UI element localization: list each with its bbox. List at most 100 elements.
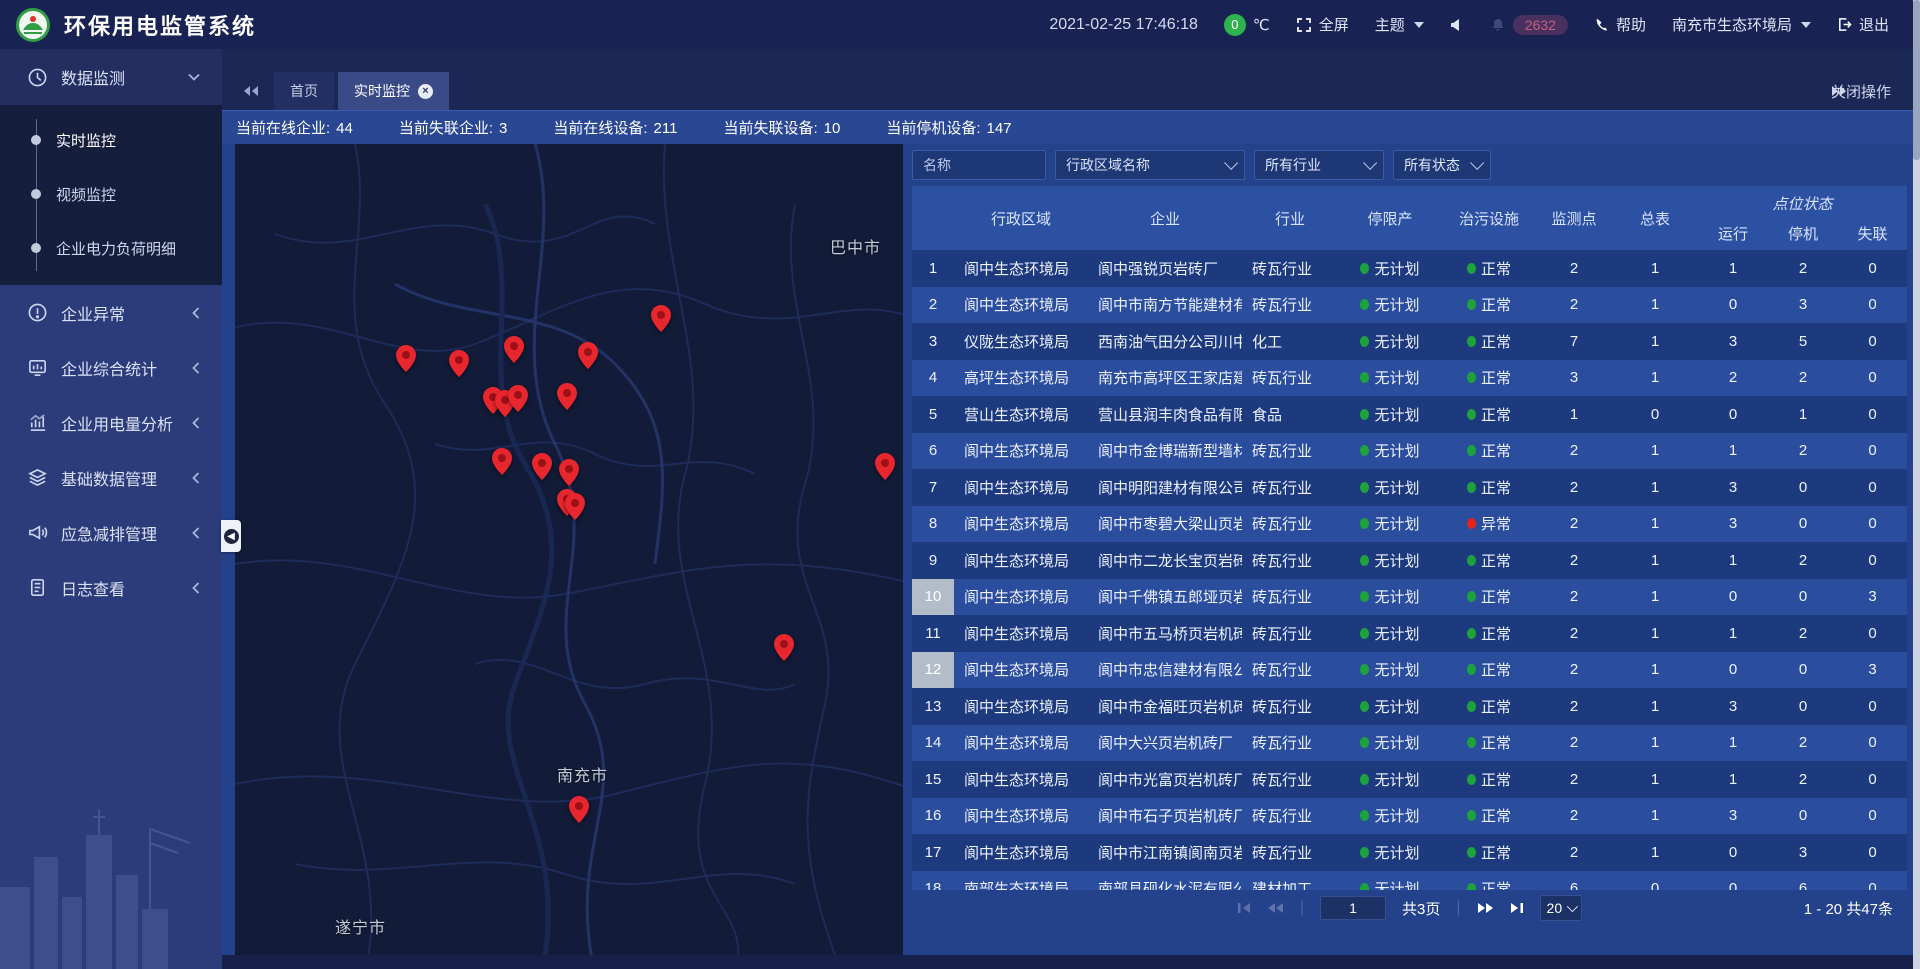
- cell-stop-plan: 无计划: [1374, 331, 1419, 352]
- table-row[interactable]: 2阆中生态环境局阆中市南方节能建材有砖瓦行业无计划正常21030: [912, 287, 1907, 324]
- cell-stopped-count: 0: [1768, 688, 1838, 725]
- tab-close-icon[interactable]: ×: [418, 84, 433, 99]
- table-row[interactable]: 3仪陇生态环境局西南油气田分公司川中化工无计划正常71350: [912, 323, 1907, 360]
- stat-value: 3: [499, 120, 507, 137]
- table-row[interactable]: 8阆中生态环境局阆中市枣碧大梁山页岩砖瓦行业无计划异常21300: [912, 506, 1907, 543]
- table-row[interactable]: 16阆中生态环境局阆中市石子页岩机砖厂砖瓦行业无计划正常21300: [912, 798, 1907, 835]
- table-row[interactable]: 9阆中生态环境局阆中市二龙长宝页岩砖砖瓦行业无计划正常21120: [912, 542, 1907, 579]
- status-dot-green: [1467, 847, 1476, 858]
- row-index: 15: [912, 761, 954, 798]
- sidebar-item-2[interactable]: 企业综合统计: [0, 340, 222, 395]
- sidebar-subitem[interactable]: 企业电力负荷明细: [0, 221, 222, 275]
- theme-dropdown[interactable]: 主题: [1375, 14, 1424, 35]
- org-dropdown[interactable]: 南充市生态环境局: [1672, 14, 1811, 35]
- cell-meter-count: 0: [1612, 396, 1698, 433]
- table-row[interactable]: 18南部生态环境局南部县砚化水泥有限公建材加工无计划正常60060: [912, 871, 1907, 891]
- scrollbar-thumb[interactable]: [1913, 0, 1920, 160]
- cell-stop-plan: 无计划: [1374, 294, 1419, 315]
- sidebar-item-6[interactable]: 日志查看: [0, 560, 222, 615]
- sidebar-item-3[interactable]: 企业用电量分析: [0, 395, 222, 450]
- table-row[interactable]: 6阆中生态环境局阆中市金博瑞新型墙材砖瓦行业无计划正常21120: [912, 433, 1907, 470]
- map-pin-icon[interactable]: [559, 459, 579, 486]
- map-pin-icon[interactable]: [774, 634, 794, 661]
- cell-region: 阆中生态环境局: [954, 433, 1088, 470]
- table-row[interactable]: 14阆中生态环境局阆中大兴页岩机砖厂砖瓦行业无计划正常21120: [912, 725, 1907, 762]
- table-row[interactable]: 13阆中生态环境局阆中市金福旺页岩机砖砖瓦行业无计划正常21300: [912, 688, 1907, 725]
- cell-meter-count: 1: [1612, 615, 1698, 652]
- sidebar-item-5[interactable]: 应急减排管理: [0, 505, 222, 560]
- cell-stopped-count: 0: [1768, 579, 1838, 616]
- stat-label: 当前失联企业:: [399, 120, 493, 137]
- tabs-scroll-right-button[interactable]: [1831, 72, 1848, 110]
- map[interactable]: 巴中市南充市遂宁市: [235, 144, 903, 955]
- cell-status: 无计划: [1338, 761, 1442, 798]
- name-search-input[interactable]: 名称: [912, 150, 1046, 180]
- table-row[interactable]: 7阆中生态环境局阆中明阳建材有限公司砖瓦行业无计划正常21300: [912, 469, 1907, 506]
- help-button[interactable]: 帮助: [1594, 14, 1646, 35]
- region-select[interactable]: 行政区域名称: [1055, 150, 1245, 180]
- map-pin-icon[interactable]: [492, 448, 512, 475]
- sound-button[interactable]: [1450, 18, 1464, 32]
- cell-stop-plan: 无计划: [1374, 732, 1419, 753]
- fullscreen-button[interactable]: 全屏: [1296, 14, 1349, 35]
- industry-select[interactable]: 所有行业: [1254, 150, 1384, 180]
- prev-page-button[interactable]: [1267, 902, 1284, 914]
- map-pin-icon[interactable]: [651, 305, 671, 332]
- map-pin-icon[interactable]: [504, 336, 524, 363]
- page-number-input[interactable]: [1320, 896, 1386, 920]
- cell-status: 无计划: [1338, 579, 1442, 616]
- page-size-select[interactable]: 20: [1540, 895, 1583, 921]
- tab-strip: 首页 实时监控 × 关闭操作: [222, 49, 1913, 110]
- sidebar-item-1[interactable]: 企业异常: [0, 285, 222, 340]
- tabs-scroll-left-button[interactable]: [232, 72, 268, 110]
- row-index: 3: [912, 323, 954, 360]
- map-pin-icon[interactable]: [578, 342, 598, 369]
- cell-company: 阆中市二龙长宝页岩砖: [1088, 542, 1242, 579]
- notifications[interactable]: 2632: [1490, 15, 1568, 35]
- status-select[interactable]: 所有状态: [1393, 150, 1491, 180]
- table-row[interactable]: 1阆中生态环境局阆中强锐页岩砖厂砖瓦行业无计划正常21120: [912, 250, 1907, 287]
- table-row[interactable]: 17阆中生态环境局阆中市江南镇阆南页岩砖瓦行业无计划正常21030: [912, 834, 1907, 871]
- table-row[interactable]: 10阆中生态环境局阆中千佛镇五郎垭页岩砖瓦行业无计划正常21003: [912, 579, 1907, 616]
- cell-company: 西南油气田分公司川中: [1088, 323, 1242, 360]
- cell-stop-plan: 无计划: [1374, 367, 1419, 388]
- next-page-button[interactable]: [1477, 902, 1494, 914]
- sidebar-subitem[interactable]: 视频监控: [0, 167, 222, 221]
- map-pin-icon[interactable]: [396, 345, 416, 372]
- tab-realtime-monitor[interactable]: 实时监控 ×: [338, 72, 449, 110]
- table-row[interactable]: 12阆中生态环境局阆中市忠信建材有限公砖瓦行业无计划正常21003: [912, 652, 1907, 689]
- first-page-button[interactable]: [1237, 902, 1251, 914]
- cell-company: 阆中市石子页岩机砖厂: [1088, 798, 1242, 835]
- table-row[interactable]: 11阆中生态环境局阆中市五马桥页岩机砖砖瓦行业无计划正常21120: [912, 615, 1907, 652]
- sidebar-subitem[interactable]: 实时监控: [0, 113, 222, 167]
- pagination-bar: | 共3页 | 20: [912, 890, 1907, 926]
- map-pin-icon[interactable]: [875, 453, 895, 480]
- sidebar-item-4[interactable]: 基础数据管理: [0, 450, 222, 505]
- tab-home[interactable]: 首页: [274, 72, 334, 110]
- page-scrollbar[interactable]: [1913, 0, 1920, 969]
- map-pin-icon[interactable]: [565, 493, 585, 520]
- map-pin-icon[interactable]: [557, 383, 577, 410]
- cell-industry: 砖瓦行业: [1242, 834, 1338, 871]
- cell-stop-plan: 无计划: [1374, 550, 1419, 571]
- col-header-1: 企业: [1088, 186, 1242, 250]
- cell-status: 无计划: [1338, 360, 1442, 397]
- cell-meter-count: 1: [1612, 542, 1698, 579]
- last-page-button[interactable]: [1510, 902, 1524, 914]
- double-chevron-left-icon: [1267, 902, 1284, 914]
- table-row[interactable]: 15阆中生态环境局阆中市光富页岩机砖厂砖瓦行业无计划正常21120: [912, 761, 1907, 798]
- logout-button[interactable]: 退出: [1837, 14, 1889, 35]
- map-collapse-handle[interactable]: ◀: [221, 520, 241, 552]
- cell-industry: 食品: [1242, 396, 1338, 433]
- cell-meter-count: 1: [1612, 579, 1698, 616]
- cell-stopped-count: 2: [1768, 360, 1838, 397]
- map-pin-icon[interactable]: [449, 350, 469, 377]
- table-row[interactable]: 5营山生态环境局营山县润丰肉食品有限食品无计划正常10010: [912, 396, 1907, 433]
- cell-run-count: 1: [1698, 433, 1768, 470]
- map-pin-icon[interactable]: [569, 796, 589, 823]
- map-pin-icon[interactable]: [508, 385, 528, 412]
- table-row[interactable]: 4高坪生态环境局南充市高坪区王家店建砖瓦行业无计划正常31220: [912, 360, 1907, 397]
- double-chevron-right-icon: [1831, 85, 1848, 97]
- sidebar-item-0[interactable]: 数据监测: [0, 49, 222, 105]
- map-pin-icon[interactable]: [532, 453, 552, 480]
